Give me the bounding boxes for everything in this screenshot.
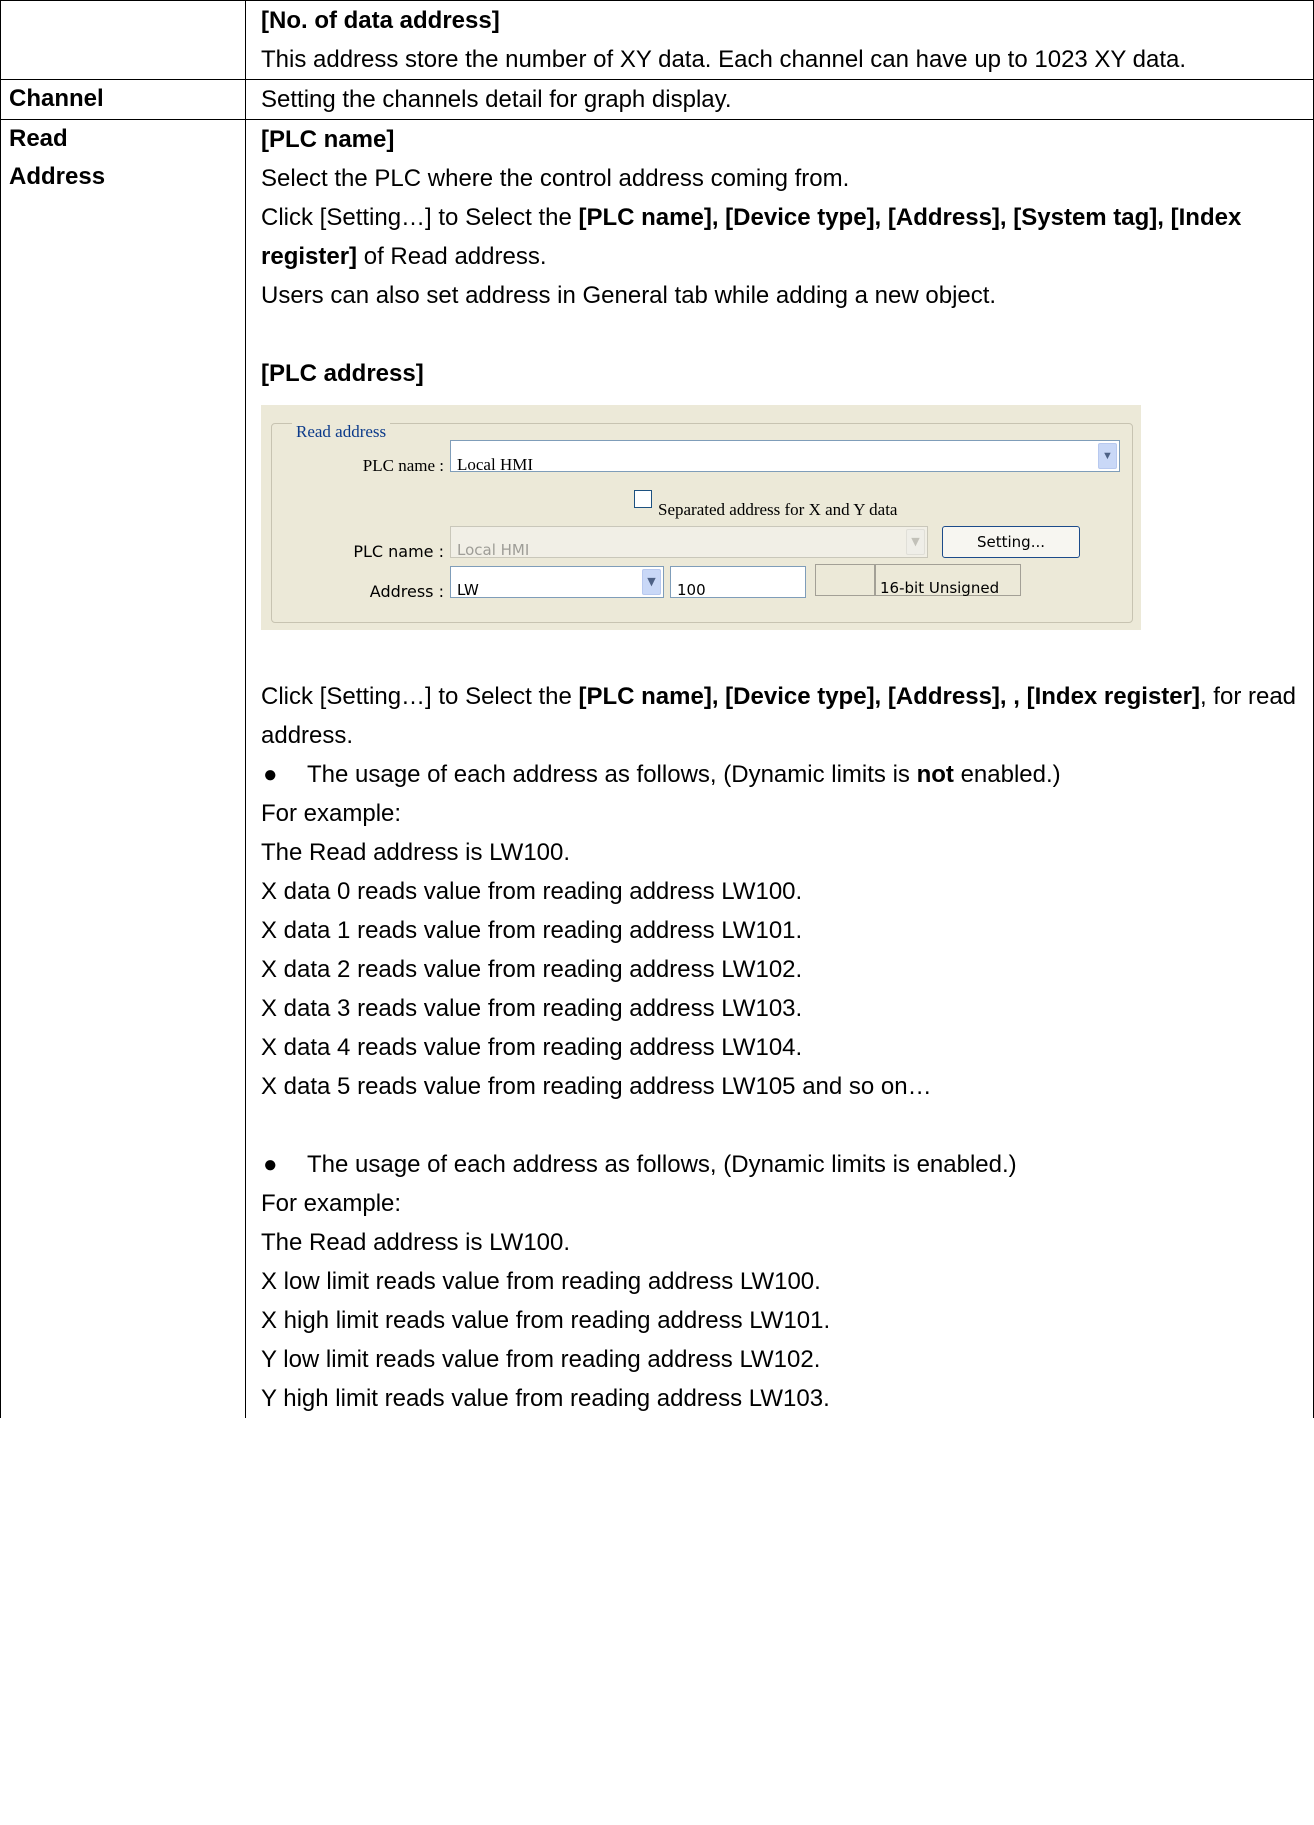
plc-name-select[interactable]: Local HMI ▼ bbox=[450, 440, 1120, 474]
section-heading: [PLC name] bbox=[261, 126, 395, 153]
address-label: Address : bbox=[369, 582, 444, 601]
paragraph: For example: bbox=[261, 800, 402, 827]
paragraph: Setting the channels detail for graph di… bbox=[261, 86, 732, 113]
list-item: Y low limit reads value from reading add… bbox=[261, 1346, 821, 1373]
plc-name-label: PLC name : bbox=[362, 456, 444, 475]
paragraph: Click [Setting…] to Select the [PLC name… bbox=[261, 683, 1297, 749]
list-item: X data 1 reads value from reading addres… bbox=[261, 917, 803, 944]
list-item: X high limit reads value from reading ad… bbox=[261, 1307, 831, 1334]
table-row-data-address: [No. of data address] This address store… bbox=[0, 0, 1314, 80]
row-content: [PLC name] Select the PLC where the cont… bbox=[246, 120, 1314, 1418]
plc-name-label: PLC name : bbox=[353, 542, 444, 561]
row-label-text: Read Address bbox=[9, 125, 106, 190]
list-item: X data 4 reads value from reading addres… bbox=[261, 1034, 803, 1061]
row-label: Read Address bbox=[1, 120, 246, 1418]
paragraph: For example: bbox=[261, 1190, 402, 1217]
bullet-text: The usage of each address as follows, (D… bbox=[307, 1151, 1017, 1178]
list-item: X data 2 reads value from reading addres… bbox=[261, 956, 803, 983]
paragraph: The Read address is LW100. bbox=[261, 839, 571, 866]
read-address-group: Read address PLC name : Local HMI ▼ Sepa… bbox=[271, 412, 1133, 623]
table-row-channel: Channel Setting the channels detail for … bbox=[0, 80, 1314, 120]
row-label bbox=[1, 1, 246, 79]
bullet-text: The usage of each address as follows, (D… bbox=[307, 761, 1061, 788]
row-label: Channel bbox=[1, 80, 246, 119]
document-table: [No. of data address] This address store… bbox=[0, 0, 1314, 1418]
paragraph: This address store the number of XY data… bbox=[261, 46, 1187, 73]
bullet-item: ● The usage of each address as follows, … bbox=[261, 755, 1303, 794]
paragraph: The Read address is LW100. bbox=[261, 1229, 571, 1256]
list-item: X data 3 reads value from reading addres… bbox=[261, 995, 803, 1022]
section-heading: [PLC address] bbox=[261, 360, 424, 387]
chevron-down-icon[interactable]: ▼ bbox=[1098, 443, 1117, 469]
list-item: Y high limit reads value from reading ad… bbox=[261, 1385, 830, 1412]
chevron-down-icon[interactable]: ▼ bbox=[642, 569, 661, 595]
table-row-read-address: Read Address [PLC name] Select the PLC w… bbox=[0, 120, 1314, 1418]
list-item: X low limit reads value from reading add… bbox=[261, 1268, 821, 1295]
row-content: [No. of data address] This address store… bbox=[246, 1, 1314, 79]
paragraph: Click [Setting…] to Select the [PLC name… bbox=[261, 204, 1242, 270]
separated-address-label: Separated address for X and Y data bbox=[658, 500, 898, 519]
address-extra-box bbox=[815, 564, 875, 596]
paragraph: Users can also set address in General ta… bbox=[261, 282, 997, 309]
row-content: Setting the channels detail for graph di… bbox=[246, 80, 1314, 119]
separated-address-checkbox[interactable] bbox=[634, 490, 652, 508]
plc-name-select-disabled: Local HMI ▼ bbox=[450, 526, 928, 559]
list-item: X data 0 reads value from reading addres… bbox=[261, 878, 803, 905]
chevron-down-icon: ▼ bbox=[906, 529, 925, 555]
paragraph: Select the PLC where the control address… bbox=[261, 165, 850, 192]
bullet-icon: ● bbox=[263, 1151, 278, 1178]
device-type-select[interactable]: LW ▼ bbox=[450, 566, 664, 599]
list-item: X data 5 reads value from reading addres… bbox=[261, 1073, 932, 1100]
bullet-icon: ● bbox=[263, 761, 278, 788]
bullet-item: ● The usage of each address as follows, … bbox=[261, 1145, 1303, 1184]
data-format-label: 16-bit Unsigned bbox=[875, 564, 1021, 597]
section-heading: [No. of data address] bbox=[261, 7, 500, 34]
address-input[interactable]: 100 bbox=[670, 566, 806, 599]
setting-button[interactable]: Setting... bbox=[942, 526, 1080, 558]
read-address-dialog: Read address PLC name : Local HMI ▼ Sepa… bbox=[261, 405, 1141, 630]
